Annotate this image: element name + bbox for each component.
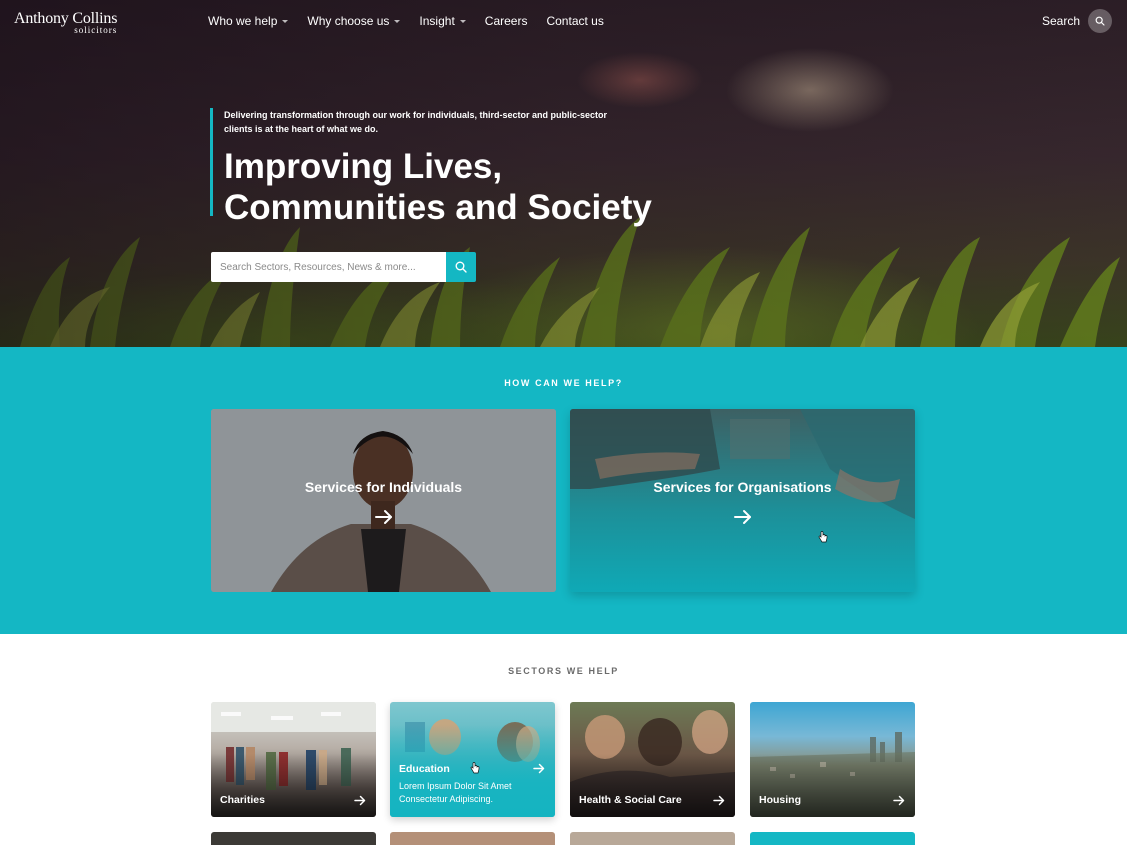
chevron-down-icon (282, 19, 289, 23)
tile-label: Health & Social Care (579, 794, 682, 806)
nav-contact-us[interactable]: Contact us (546, 14, 603, 28)
search-submit-button[interactable] (446, 252, 476, 282)
top-navigation: Anthony Collins solicitors Who we help W… (0, 0, 1127, 44)
nav-links: Who we help Why choose us Insight Career… (208, 14, 623, 28)
organisation-photo (570, 409, 915, 519)
hero-search (211, 252, 476, 282)
arrow-right-icon (354, 795, 366, 806)
arrow-right-icon (375, 510, 392, 524)
arrow-right-icon (734, 510, 751, 524)
card-label: Services for Organisations (653, 479, 832, 495)
nav-careers[interactable]: Careers (485, 14, 528, 28)
arrow-right-icon (893, 795, 905, 806)
logo[interactable]: Anthony Collins solicitors (14, 10, 117, 35)
nav-link-label: Contact us (546, 14, 604, 28)
nav-why-choose-us[interactable]: Why choose us (307, 14, 401, 28)
sector-tile-charities[interactable]: Charities (211, 702, 376, 817)
hero-content: Delivering transformation through our wo… (210, 108, 660, 228)
nav-link-label: Who we help (208, 14, 278, 28)
nav-link-label: Insight (419, 14, 455, 28)
sector-tile-housing[interactable]: Housing (750, 702, 915, 817)
help-heading: HOW CAN WE HELP? (504, 378, 623, 388)
chevron-down-icon (394, 19, 401, 23)
services-individuals-card[interactable]: Services for Individuals (211, 409, 556, 592)
tile-description: Lorem Ipsum Dolor Sit Amet Consectetur A… (399, 781, 512, 804)
page-title: Improving Lives, Communities and Society (224, 147, 652, 227)
hero-intro: Delivering transformation through our wo… (224, 110, 608, 134)
hero-accent-bar (210, 108, 213, 216)
nav-who-we-help[interactable]: Who we help (208, 14, 289, 28)
arrow-right-icon (713, 795, 725, 806)
person-photo (211, 409, 556, 592)
sector-tile-partial[interactable] (390, 832, 555, 845)
nav-link-label: Careers (484, 14, 528, 28)
search-icon (455, 261, 467, 273)
search-icon (1088, 9, 1112, 33)
sector-tile-partial[interactable] (211, 832, 376, 845)
logo-sub: solicitors (74, 25, 118, 35)
tile-label: Charities (220, 794, 265, 806)
help-section: HOW CAN WE HELP? Services for Individual… (0, 347, 1127, 634)
tile-label: Education (399, 763, 450, 775)
chevron-down-icon (459, 19, 466, 23)
tile-label: Housing (759, 794, 801, 806)
hero-section: Anthony Collins solicitors Who we help W… (0, 0, 1127, 347)
nav-search-label: Search (1041, 14, 1080, 28)
services-organisations-card[interactable]: Services for Organisations (570, 409, 915, 592)
nav-search-button[interactable]: Search (1042, 9, 1112, 33)
sector-tile-partial[interactable] (570, 832, 735, 845)
hand-cursor-icon (470, 762, 480, 774)
sector-tile-education[interactable]: Education Lorem Ipsum Dolor Sit Amet Con… (390, 702, 555, 817)
sector-tile-partial[interactable] (750, 832, 915, 845)
sectors-section: SECTORS WE HELP Charities Education Lore… (0, 634, 1127, 845)
nav-insight[interactable]: Insight (419, 14, 466, 28)
nav-link-label: Why choose us (307, 14, 390, 28)
sector-tile-health-social-care[interactable]: Health & Social Care (570, 702, 735, 817)
hand-cursor-icon (818, 531, 828, 543)
card-label: Services for Individuals (304, 479, 463, 495)
sectors-heading: SECTORS WE HELP (508, 666, 619, 676)
arrow-right-icon (533, 763, 545, 774)
search-input[interactable] (211, 252, 446, 282)
